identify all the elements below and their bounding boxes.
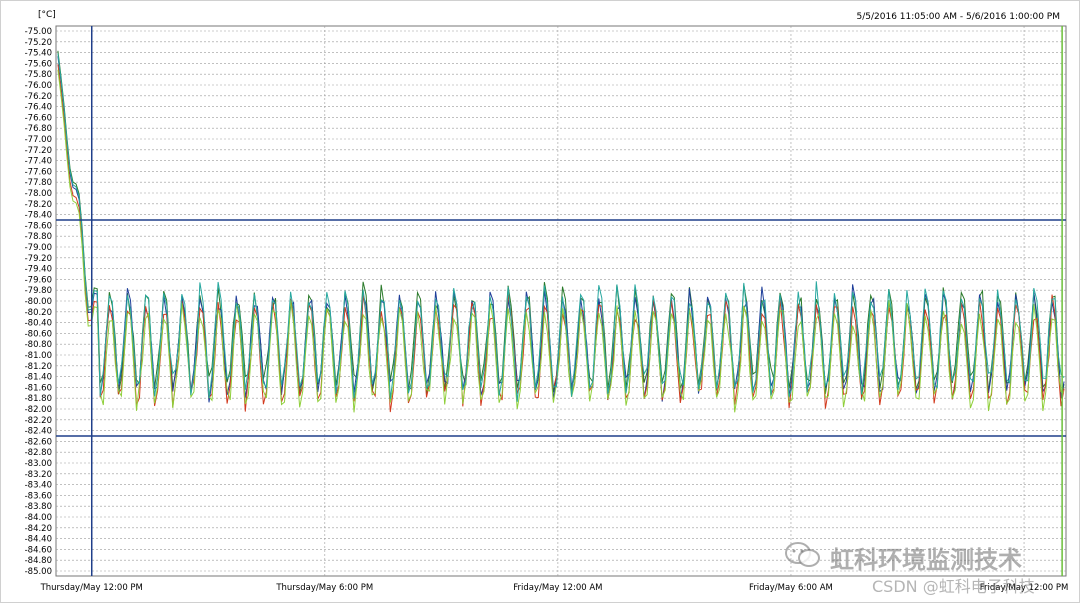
x-tick-label: Thursday/May 12:00 PM <box>40 583 143 593</box>
y-tick-label: -83.60 <box>25 491 52 501</box>
y-tick-label: -75.00 <box>25 27 52 37</box>
time-range-label: 5/5/2016 11:05:00 AM - 5/6/2016 1:00:00 … <box>856 12 1060 22</box>
y-tick-label: -79.80 <box>25 286 52 296</box>
y-tick-label: -81.40 <box>25 373 52 383</box>
watermark-credit: CSDN @虹科电子科技 <box>872 577 1035 596</box>
y-tick-label: -75.80 <box>25 70 52 80</box>
y-tick-label: -84.60 <box>25 545 52 555</box>
x-tick-label: Friday/May 6:00 AM <box>749 583 833 593</box>
y-tick-label: -80.00 <box>25 297 52 307</box>
y-tick-label: -82.20 <box>25 416 52 426</box>
y-tick-label: -83.00 <box>25 459 52 469</box>
wechat-icon <box>785 542 820 567</box>
y-tick-label: -75.60 <box>25 59 52 69</box>
y-tick-label: -80.80 <box>25 340 52 350</box>
y-tick-label: -83.40 <box>25 481 52 491</box>
y-tick-label: -78.80 <box>25 232 52 242</box>
y-tick-label: -78.40 <box>25 211 52 221</box>
y-tick-label: -75.40 <box>25 49 52 59</box>
y-tick-label: -81.60 <box>25 383 52 393</box>
y-tick-label: -78.00 <box>25 189 52 199</box>
y-tick-label: -78.60 <box>25 221 52 231</box>
y-tick-label: -81.80 <box>25 394 52 404</box>
y-tick-label: -76.40 <box>25 103 52 113</box>
y-tick-label: -82.40 <box>25 427 52 437</box>
y-tick-label: -77.40 <box>25 157 52 167</box>
y-tick-label: -75.20 <box>25 38 52 48</box>
y-tick-label: -79.20 <box>25 254 52 264</box>
y-tick-label: -81.00 <box>25 351 52 361</box>
y-tick-label: -81.20 <box>25 362 52 372</box>
temperature-chart: -75.00-75.20-75.40-75.60-75.80-76.00-76.… <box>0 0 1080 603</box>
y-tick-label: -85.00 <box>25 567 52 577</box>
y-tick-label: -80.60 <box>25 329 52 339</box>
y-tick-label: -84.00 <box>25 513 52 523</box>
y-tick-label: -84.20 <box>25 524 52 534</box>
y-tick-label: -78.20 <box>25 200 52 210</box>
watermark-text: 虹科环境监测技术 <box>830 546 1022 574</box>
y-tick-label: -80.20 <box>25 308 52 318</box>
y-tick-label: -77.60 <box>25 167 52 177</box>
y-tick-label: -77.80 <box>25 178 52 188</box>
y-tick-label: -76.80 <box>25 124 52 134</box>
y-tick-label: -83.80 <box>25 502 52 512</box>
y-axis-tick-labels: -75.00-75.20-75.40-75.60-75.80-76.00-76.… <box>25 27 52 577</box>
y-tick-label: -79.40 <box>25 265 52 275</box>
y-tick-label: -76.60 <box>25 113 52 123</box>
y-tick-label: -82.00 <box>25 405 52 415</box>
y-axis-unit-label: [°C] <box>38 10 56 20</box>
y-tick-label: -76.20 <box>25 92 52 102</box>
y-tick-label: -79.00 <box>25 243 52 253</box>
y-tick-label: -82.60 <box>25 437 52 447</box>
y-tick-label: -76.00 <box>25 81 52 91</box>
y-tick-label: -77.20 <box>25 146 52 156</box>
y-tick-label: -84.80 <box>25 556 52 566</box>
y-tick-label: -83.20 <box>25 470 52 480</box>
y-tick-label: -77.00 <box>25 135 52 145</box>
y-tick-label: -82.80 <box>25 448 52 458</box>
y-tick-label: -80.40 <box>25 319 52 329</box>
x-tick-label: Friday/May 12:00 AM <box>513 583 602 593</box>
x-tick-label: Thursday/May 6:00 PM <box>275 583 373 593</box>
y-tick-label: -84.40 <box>25 535 52 545</box>
y-tick-label: -79.60 <box>25 275 52 285</box>
